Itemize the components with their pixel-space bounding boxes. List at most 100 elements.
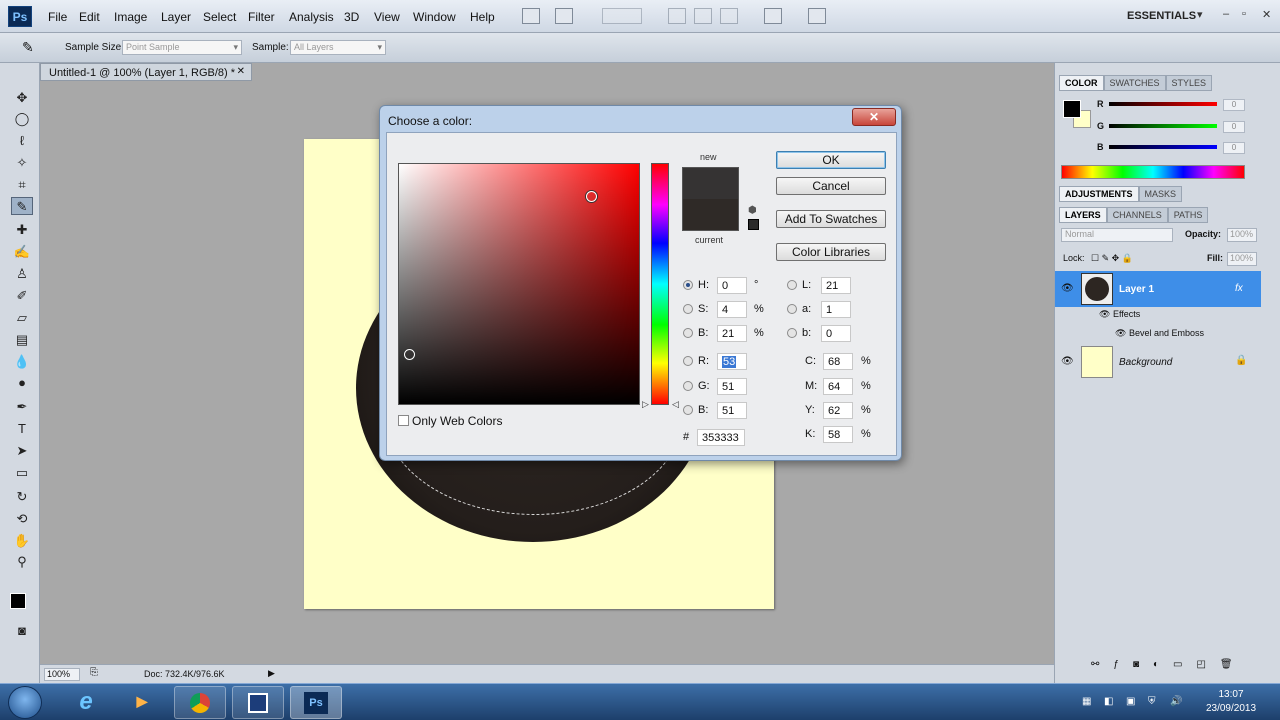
radio-s[interactable] [683,304,693,314]
type-tool-icon[interactable]: T [11,420,33,438]
menu-help[interactable]: Help [470,10,495,24]
menu-select[interactable]: Select [203,10,236,24]
start-button[interactable] [8,686,42,719]
zoom-field[interactable]: 100% [44,668,80,681]
tab-color[interactable]: COLOR [1059,75,1104,91]
menu-3d[interactable]: 3D [344,10,359,24]
screen-mode-menu-icon[interactable] [808,8,826,24]
quick-zoom-icon[interactable]: ⎘ [90,667,98,678]
tray-action-center-icon[interactable]: ▦ [1082,696,1094,708]
app-window-icon[interactable] [232,686,284,719]
radio-g[interactable] [683,381,693,391]
marquee-tool-icon[interactable]: ◯ [11,110,33,128]
radio-r[interactable] [683,356,693,366]
crop-tool-icon[interactable]: ⌗ [11,176,33,194]
close-button[interactable]: ✕ [1262,8,1271,21]
add-to-swatches-button[interactable]: Add To Swatches [776,210,886,228]
radio-l[interactable] [787,280,797,290]
clone-stamp-tool-icon[interactable]: ♙ [11,265,33,283]
visibility-eye-icon[interactable]: 👁 [1061,356,1074,367]
bridge-icon[interactable] [522,8,540,24]
tray-app-icon[interactable]: ◧ [1104,696,1116,708]
only-web-colors-option[interactable]: Only Web Colors [398,414,502,428]
3d-rotate-tool-icon[interactable]: ↻ [11,488,33,506]
input-r[interactable]: 53 [717,353,747,370]
shape-tool-icon[interactable]: ▭ [11,464,33,482]
only-web-colors-checkbox[interactable] [398,415,409,426]
current-color-swatch[interactable] [682,199,739,231]
input-lab-b[interactable]: 0 [821,325,851,342]
fx-icon[interactable]: fx [1235,283,1243,294]
screen-mode-icon[interactable] [555,8,573,24]
restore-button[interactable]: ▫ [1242,8,1246,20]
arrange-documents-icon[interactable] [764,8,782,24]
input-l[interactable]: 21 [821,277,851,294]
quick-mask-icon[interactable]: ◙ [11,622,33,640]
slider-b[interactable] [1109,145,1217,149]
input-s[interactable]: 4 [717,301,747,318]
blur-tool-icon[interactable]: 💧 [11,353,33,371]
layer-row-background[interactable]: 👁 Background 🔒 [1055,344,1261,380]
workspace-dropdown-icon[interactable]: ▾ [1197,8,1203,21]
foreground-color-swatch[interactable] [10,593,26,609]
slider-g-value[interactable]: 0 [1223,121,1245,133]
slider-b-value[interactable]: 0 [1223,142,1245,154]
path-selection-tool-icon[interactable]: ➤ [11,442,33,460]
eyedropper-tool-icon[interactable]: ✎ [11,197,33,215]
chrome-icon[interactable] [174,686,226,719]
menu-edit[interactable]: Edit [79,10,100,24]
bevel-eye-icon[interactable]: 👁 [1115,328,1126,338]
media-player-icon[interactable]: ▶ [116,686,168,719]
close-document-icon[interactable]: ✕ [237,66,245,77]
menu-file[interactable]: File [48,10,67,24]
menu-layer[interactable]: Layer [161,10,191,24]
sample-select[interactable]: All Layers [290,40,386,55]
radio-lab-b[interactable] [787,328,797,338]
slider-r[interactable] [1109,102,1217,106]
opacity-field[interactable]: 100% [1227,228,1257,242]
menu-image[interactable]: Image [114,10,147,24]
rotate-view-icon[interactable] [694,8,712,24]
web-safe-cube-icon[interactable]: ⬢ [748,205,757,216]
dodge-tool-icon[interactable]: ● [11,374,33,392]
photoshop-taskbar-button[interactable]: Ps [290,686,342,719]
tab-swatches[interactable]: SWATCHES [1103,75,1166,91]
clock[interactable]: 13:07 23/09/2013 [1196,688,1266,716]
color-panel-foreground-swatch[interactable] [1063,100,1081,118]
hand-tool-icon[interactable]: ✋ [11,532,33,550]
layer-row-layer-1[interactable]: 👁 Layer 1 fx [1055,271,1261,307]
eyedropper-preset-icon[interactable]: ✎ [22,39,34,56]
brush-tool-icon[interactable]: ✍ [11,243,33,261]
slider-g[interactable] [1109,124,1217,128]
input-a[interactable]: 1 [821,301,851,318]
gradient-tool-icon[interactable]: ▤ [11,331,33,349]
cancel-button[interactable]: Cancel [776,177,886,195]
dialog-close-button[interactable]: ✕ [852,108,896,126]
layers-panel-footer-icons[interactable]: ⚯ƒ◙◐▭◰🗑 [1091,659,1247,670]
input-y[interactable]: 62 [823,402,853,419]
input-k[interactable]: 58 [823,426,853,443]
lasso-tool-icon[interactable]: ℓ [11,132,33,150]
eraser-tool-icon[interactable]: ▱ [11,309,33,327]
fill-field[interactable]: 100% [1227,252,1257,266]
input-blue[interactable]: 51 [717,402,747,419]
input-h[interactable]: 0 [717,277,747,294]
document-tab[interactable]: Untitled-1 @ 100% (Layer 1, RGB/8) * ✕ [40,63,252,81]
zoom-level-icon[interactable] [602,8,642,24]
input-m[interactable]: 64 [823,378,853,395]
radio-h[interactable] [683,280,693,290]
input-hex[interactable]: 353333 [697,429,745,446]
sample-size-select[interactable]: Point Sample [122,40,242,55]
hand-tool-icon[interactable] [668,8,686,24]
tab-adjustments[interactable]: ADJUSTMENTS [1059,186,1139,202]
hue-slider[interactable] [651,163,669,405]
tray-security-icon[interactable]: ⛨ [1148,696,1160,708]
menu-filter[interactable]: Filter [248,10,275,24]
quick-selection-tool-icon[interactable]: ✧ [11,154,33,172]
menu-view[interactable]: View [374,10,400,24]
tab-paths[interactable]: PATHS [1167,207,1209,223]
radio-blue[interactable] [683,405,693,415]
input-brightness[interactable]: 21 [717,325,747,342]
color-field[interactable] [398,163,640,405]
tray-network-app-icon[interactable]: ▣ [1126,696,1138,708]
